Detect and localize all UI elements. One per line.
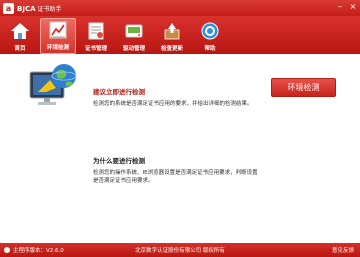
toolbar-label: 证书管理 [84, 46, 107, 52]
why-description: 检测您的操作系统、IE浏览器设置是否满足证书应用要求，判断设置 是否满足证书应用… [93, 169, 258, 185]
toolbar-item-environment-check[interactable]: 环境检测 [40, 18, 76, 54]
main-panel: 建议立即进行检测 检测您的系统是否满足证书应用的要求，并给出详细的检测结果。 环… [0, 54, 360, 243]
feedback-link[interactable]: 意见反馈 [332, 246, 354, 254]
toolbar-label: 帮助 [204, 46, 216, 52]
toolbar-item-help[interactable]: 帮助 [192, 18, 228, 54]
driver-icon [123, 20, 145, 42]
toolbar-label: 检查更新 [160, 46, 183, 52]
toolbar-item-certificate[interactable]: 证书管理 [78, 18, 114, 54]
why-description-line: 是否满足证书应用要求。 [93, 178, 154, 184]
suggest-description: 检测您的系统是否满足证书应用的要求，并给出详细的检测结果。 [93, 101, 253, 107]
status-bar: 主程序版本：V2.6.0 北京数字认证股份有限公司 版权所有 意见反馈 [0, 243, 360, 257]
suggest-title: 建议立即进行检测 [93, 88, 145, 96]
monitor-globe-icon [28, 62, 78, 110]
environment-check-button[interactable]: 环境检测 [271, 78, 336, 97]
app-logo: a [3, 2, 14, 14]
why-description-line: 检测您的操作系统、IE浏览器设置是否满足证书应用要求，判断设置 [93, 170, 258, 176]
certificate-icon [85, 20, 107, 42]
home-icon [9, 20, 31, 42]
info-icon [4, 247, 10, 253]
minimize-button[interactable]: – [335, 2, 345, 12]
toolbar-item-update[interactable]: 检查更新 [154, 18, 190, 54]
window-controls: – × [335, 2, 358, 12]
why-title: 为什么要进行检测 [93, 157, 145, 165]
help-icon [199, 20, 221, 42]
toolbar-label: 首页 [14, 46, 26, 52]
version-text: 主程序版本：V2.6.0 [13, 248, 64, 254]
app-title: BJCA 证书助手 [17, 4, 62, 13]
toolbar-item-driver[interactable]: 驱动管理 [116, 18, 152, 54]
environment-check-icon [47, 19, 69, 41]
main-toolbar: 首页 环境检测 证书管理 驱动管理 检查更新 帮助 [0, 16, 360, 54]
app-subtitle: 证书助手 [37, 5, 62, 13]
close-button[interactable]: × [348, 2, 358, 12]
title-bar: a BJCA 证书助手 – × [0, 0, 360, 16]
update-icon [161, 20, 183, 42]
toolbar-item-home[interactable]: 首页 [2, 18, 38, 54]
app-name: BJCA [17, 4, 36, 13]
toolbar-label: 驱动管理 [122, 46, 145, 52]
toolbar-label: 环境检测 [46, 45, 69, 51]
